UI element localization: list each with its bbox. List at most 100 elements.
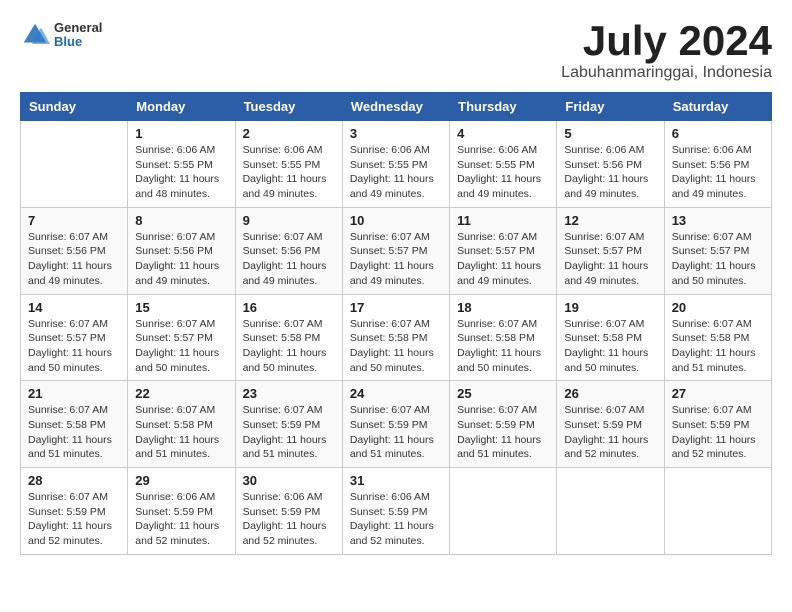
day-info: Sunrise: 6:07 AM Sunset: 5:58 PM Dayligh…	[564, 317, 656, 376]
day-cell: 19 Sunrise: 6:07 AM Sunset: 5:58 PM Dayli…	[557, 294, 664, 381]
day-info: Sunrise: 6:07 AM Sunset: 5:57 PM Dayligh…	[350, 230, 442, 289]
day-cell: 17 Sunrise: 6:07 AM Sunset: 5:58 PM Dayli…	[342, 294, 449, 381]
logo-text: General Blue	[54, 21, 102, 50]
day-cell: 2 Sunrise: 6:06 AM Sunset: 5:55 PM Daylig…	[235, 121, 342, 208]
day-cell: 10 Sunrise: 6:07 AM Sunset: 5:57 PM Dayli…	[342, 207, 449, 294]
day-number: 4	[457, 126, 549, 141]
page-container: General Blue July 2024 Labuhanmaringgai,…	[20, 20, 772, 555]
header-row: Sunday Monday Tuesday Wednesday Thursday…	[21, 93, 772, 121]
day-number: 28	[28, 473, 120, 488]
day-info: Sunrise: 6:07 AM Sunset: 5:57 PM Dayligh…	[457, 230, 549, 289]
day-cell: 25 Sunrise: 6:07 AM Sunset: 5:59 PM Dayli…	[450, 381, 557, 468]
day-number: 29	[135, 473, 227, 488]
logo: General Blue	[20, 20, 102, 50]
day-cell: 22 Sunrise: 6:07 AM Sunset: 5:58 PM Dayli…	[128, 381, 235, 468]
day-number: 7	[28, 213, 120, 228]
col-monday: Monday	[128, 93, 235, 121]
col-saturday: Saturday	[664, 93, 771, 121]
day-cell: 24 Sunrise: 6:07 AM Sunset: 5:59 PM Dayli…	[342, 381, 449, 468]
day-info: Sunrise: 6:07 AM Sunset: 5:57 PM Dayligh…	[564, 230, 656, 289]
day-cell: 28 Sunrise: 6:07 AM Sunset: 5:59 PM Dayli…	[21, 468, 128, 555]
day-info: Sunrise: 6:07 AM Sunset: 5:58 PM Dayligh…	[457, 317, 549, 376]
day-number: 30	[243, 473, 335, 488]
day-info: Sunrise: 6:07 AM Sunset: 5:59 PM Dayligh…	[564, 403, 656, 462]
col-thursday: Thursday	[450, 93, 557, 121]
day-info: Sunrise: 6:07 AM Sunset: 5:58 PM Dayligh…	[135, 403, 227, 462]
day-cell: 29Sunrise: 6:06 AM Sunset: 5:59 PM Dayli…	[128, 468, 235, 555]
logo-general: General	[54, 21, 102, 35]
logo-icon	[20, 20, 50, 50]
day-cell: 4 Sunrise: 6:06 AM Sunset: 5:55 PM Daylig…	[450, 121, 557, 208]
week-row-2: 7 Sunrise: 6:07 AM Sunset: 5:56 PM Daylig…	[21, 207, 772, 294]
day-info: Sunrise: 6:07 AM Sunset: 5:59 PM Dayligh…	[243, 403, 335, 462]
day-info: Sunrise: 6:07 AM Sunset: 5:59 PM Dayligh…	[457, 403, 549, 462]
day-number: 13	[672, 213, 764, 228]
day-number: 5	[564, 126, 656, 141]
day-number: 24	[350, 386, 442, 401]
day-info: Sunrise: 6:07 AM Sunset: 5:56 PM Dayligh…	[243, 230, 335, 289]
day-number: 22	[135, 386, 227, 401]
day-info: Sunrise: 6:07 AM Sunset: 5:59 PM Dayligh…	[28, 490, 120, 549]
day-cell: 30Sunrise: 6:06 AM Sunset: 5:59 PM Dayli…	[235, 468, 342, 555]
header: General Blue July 2024 Labuhanmaringgai,…	[20, 20, 772, 82]
day-info: Sunrise: 6:06 AM Sunset: 5:56 PM Dayligh…	[672, 143, 764, 202]
day-number: 15	[135, 300, 227, 315]
day-info: Sunrise: 6:06 AM Sunset: 5:56 PM Dayligh…	[564, 143, 656, 202]
day-number: 20	[672, 300, 764, 315]
day-number: 23	[243, 386, 335, 401]
col-sunday: Sunday	[21, 93, 128, 121]
day-cell	[450, 468, 557, 555]
day-number: 19	[564, 300, 656, 315]
day-info: Sunrise: 6:07 AM Sunset: 5:56 PM Dayligh…	[135, 230, 227, 289]
day-cell: 23 Sunrise: 6:07 AM Sunset: 5:59 PM Dayli…	[235, 381, 342, 468]
day-number: 31	[350, 473, 442, 488]
day-cell	[664, 468, 771, 555]
day-cell: 14Sunrise: 6:07 AM Sunset: 5:57 PM Dayli…	[21, 294, 128, 381]
day-cell: 5 Sunrise: 6:06 AM Sunset: 5:56 PM Daylig…	[557, 121, 664, 208]
day-number: 8	[135, 213, 227, 228]
day-info: Sunrise: 6:06 AM Sunset: 5:55 PM Dayligh…	[135, 143, 227, 202]
day-cell	[557, 468, 664, 555]
day-info: Sunrise: 6:07 AM Sunset: 5:59 PM Dayligh…	[672, 403, 764, 462]
day-info: Sunrise: 6:07 AM Sunset: 5:58 PM Dayligh…	[28, 403, 120, 462]
day-cell: 6 Sunrise: 6:06 AM Sunset: 5:56 PM Daylig…	[664, 121, 771, 208]
day-cell: 27 Sunrise: 6:07 AM Sunset: 5:59 PM Dayli…	[664, 381, 771, 468]
day-info: Sunrise: 6:07 AM Sunset: 5:58 PM Dayligh…	[672, 317, 764, 376]
week-row-5: 28 Sunrise: 6:07 AM Sunset: 5:59 PM Dayli…	[21, 468, 772, 555]
col-friday: Friday	[557, 93, 664, 121]
day-cell: 3Sunrise: 6:06 AM Sunset: 5:55 PM Daylig…	[342, 121, 449, 208]
day-number: 10	[350, 213, 442, 228]
day-info: Sunrise: 6:06 AM Sunset: 5:55 PM Dayligh…	[457, 143, 549, 202]
day-number: 1	[135, 126, 227, 141]
day-info: Sunrise: 6:06 AM Sunset: 5:55 PM Dayligh…	[350, 143, 442, 202]
day-info: Sunrise: 6:07 AM Sunset: 5:59 PM Dayligh…	[350, 403, 442, 462]
day-number: 17	[350, 300, 442, 315]
day-number: 26	[564, 386, 656, 401]
day-cell: 20 Sunrise: 6:07 AM Sunset: 5:58 PM Dayli…	[664, 294, 771, 381]
day-number: 27	[672, 386, 764, 401]
day-cell: 31Sunrise: 6:06 AM Sunset: 5:59 PM Dayli…	[342, 468, 449, 555]
day-cell: 21Sunrise: 6:07 AM Sunset: 5:58 PM Dayli…	[21, 381, 128, 468]
day-info: Sunrise: 6:07 AM Sunset: 5:57 PM Dayligh…	[135, 317, 227, 376]
week-row-3: 14 Sunrise: 6:07 AM Sunset: 5:57 PM Dayli…	[21, 294, 772, 381]
day-cell: 12Sunrise: 6:07 AM Sunset: 5:57 PM Dayli…	[557, 207, 664, 294]
day-number: 25	[457, 386, 549, 401]
day-number: 11	[457, 213, 549, 228]
day-number: 9	[243, 213, 335, 228]
month-title: July 2024	[561, 20, 772, 62]
day-cell: 1 Sunrise: 6:06 AM Sunset: 5:55 PM Daylig…	[128, 121, 235, 208]
day-info: Sunrise: 6:07 AM Sunset: 5:56 PM Dayligh…	[28, 230, 120, 289]
col-tuesday: Tuesday	[235, 93, 342, 121]
day-cell: 8 Sunrise: 6:07 AM Sunset: 5:56 PM Daylig…	[128, 207, 235, 294]
location-subtitle: Labuhanmaringgai, Indonesia	[561, 64, 772, 82]
day-number: 6	[672, 126, 764, 141]
day-info: Sunrise: 6:06 AM Sunset: 5:55 PM Dayligh…	[243, 143, 335, 202]
day-number: 14	[28, 300, 120, 315]
col-wednesday: Wednesday	[342, 93, 449, 121]
day-number: 2	[243, 126, 335, 141]
logo-blue: Blue	[54, 35, 102, 49]
day-cell: 18Sunrise: 6:07 AM Sunset: 5:58 PM Dayli…	[450, 294, 557, 381]
day-cell: 26 Sunrise: 6:07 AM Sunset: 5:59 PM Dayli…	[557, 381, 664, 468]
day-info: Sunrise: 6:07 AM Sunset: 5:58 PM Dayligh…	[350, 317, 442, 376]
day-cell: 7 Sunrise: 6:07 AM Sunset: 5:56 PM Daylig…	[21, 207, 128, 294]
